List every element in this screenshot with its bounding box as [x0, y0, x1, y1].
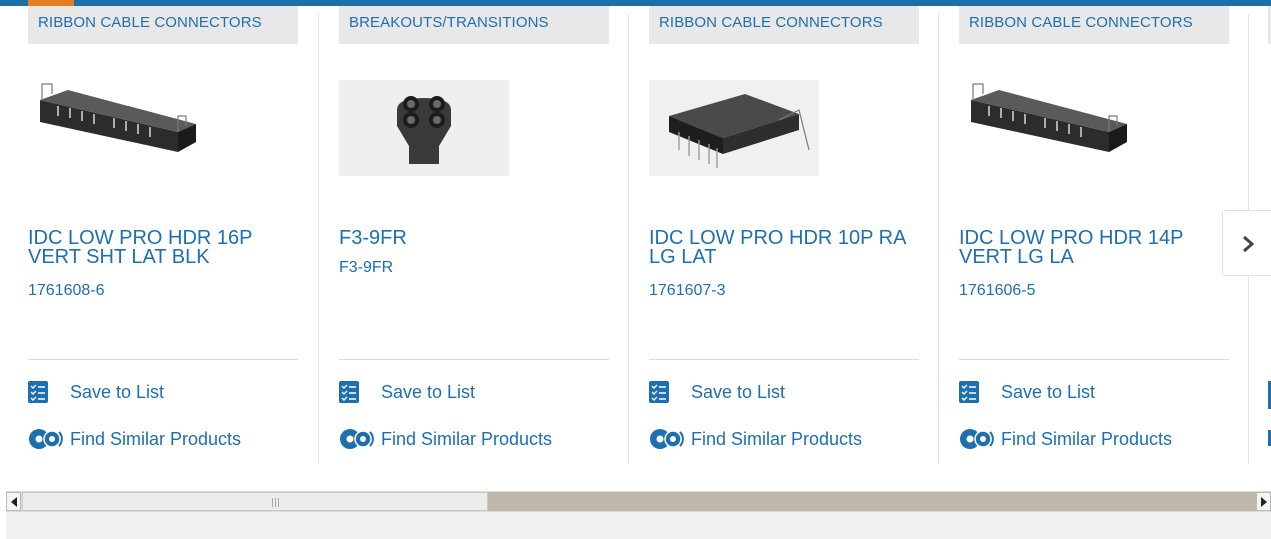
product-card: RIBBON CABLE CONNECTORS IDC LOW PRO HDR …: [28, 0, 298, 470]
product-image[interactable]: [28, 80, 198, 176]
scroll-left-button[interactable]: [6, 492, 21, 511]
find-similar-label: Find Similar Products: [381, 428, 553, 449]
card-separator: [628, 14, 629, 464]
find-similar-button[interactable]: Find Similar Products: [959, 426, 1172, 452]
find-similar-label: Find Similar Products: [691, 428, 863, 449]
save-to-list-button[interactable]: Save to List: [339, 381, 475, 403]
product-card: RIBBON CABLE CONNECTORS IDC LOW PRO HDR …: [649, 0, 919, 470]
gears-icon: [650, 429, 684, 449]
category-tag[interactable]: BREAKOUTS/TRANSITIONS: [339, 6, 609, 44]
save-to-list-label: Save to List: [691, 381, 786, 402]
save-to-list-label: Save to List: [70, 381, 165, 402]
part-number[interactable]: 1761608-6: [28, 282, 105, 300]
card-divider: [959, 359, 1229, 360]
scrollbar-thumb[interactable]: [22, 492, 488, 511]
save-to-list-button[interactable]: Save to List: [28, 381, 164, 403]
category-tag[interactable]: RIBBON CABLE CONNECTORS: [959, 6, 1229, 44]
find-similar-button[interactable]: Find Similar Products: [649, 426, 862, 452]
gears-icon: [960, 429, 994, 449]
card-divider: [339, 359, 609, 360]
product-card: RIBBON CABLE CONNECTORS IDC LOW PRO HDR …: [959, 0, 1229, 470]
save-to-list-button[interactable]: Save to List: [959, 381, 1095, 403]
find-similar-button[interactable]: Find Similar Products: [339, 426, 552, 452]
part-number[interactable]: 1761606-5: [959, 282, 1036, 300]
save-to-list-label: Save to List: [381, 381, 476, 402]
carousel-next-button[interactable]: [1222, 210, 1271, 276]
card-divider: [28, 359, 298, 360]
checklist-icon: [649, 381, 669, 403]
checklist-icon: [28, 381, 48, 403]
product-image[interactable]: [959, 80, 1129, 176]
card-separator: [318, 14, 319, 464]
checklist-icon: [959, 381, 979, 403]
scroll-right-button[interactable]: [1256, 492, 1271, 511]
save-to-list-button[interactable]: Save to List: [649, 381, 785, 403]
find-similar-button[interactable]: Find Similar Products: [28, 426, 241, 452]
horizontal-scrollbar[interactable]: [6, 491, 1271, 512]
page-footer-area: [6, 512, 1271, 539]
category-tag[interactable]: RIBBON CABLE CONNECTORS: [28, 6, 298, 44]
arrow-left-icon: [11, 497, 17, 507]
part-number[interactable]: F3-9FR: [339, 259, 393, 277]
product-image[interactable]: [339, 80, 509, 176]
grip-icon: [272, 498, 282, 507]
product-title[interactable]: IDC LOW PRO HDR 10P RA LG LAT: [649, 228, 909, 267]
product-title[interactable]: IDC LOW PRO HDR 14P VERT LG LA: [959, 228, 1219, 267]
category-tag[interactable]: RIBBON CABLE CONNECTORS: [649, 6, 919, 44]
product-image[interactable]: [649, 80, 819, 176]
arrow-right-icon: [1261, 497, 1267, 507]
save-to-list-label: Save to List: [1001, 381, 1096, 402]
chevron-right-icon: [1243, 235, 1255, 253]
product-card: BREAKOUTS/TRANSITIONS F3-9FR F3-9FR Save…: [339, 0, 609, 470]
product-carousel: RIBBON CABLE CONNECTORS IDC LOW PRO HDR …: [0, 0, 1271, 470]
gears-icon: [29, 429, 63, 449]
checklist-icon: [339, 381, 359, 403]
card-separator: [938, 14, 939, 464]
product-title[interactable]: IDC LOW PRO HDR 16P VERT SHT LAT BLK: [28, 228, 288, 267]
part-number[interactable]: 1761607-3: [649, 282, 726, 300]
find-similar-label: Find Similar Products: [70, 428, 242, 449]
product-title[interactable]: F3-9FR: [339, 228, 599, 248]
gears-icon: [340, 429, 374, 449]
find-similar-label: Find Similar Products: [1001, 428, 1173, 449]
card-divider: [649, 359, 919, 360]
